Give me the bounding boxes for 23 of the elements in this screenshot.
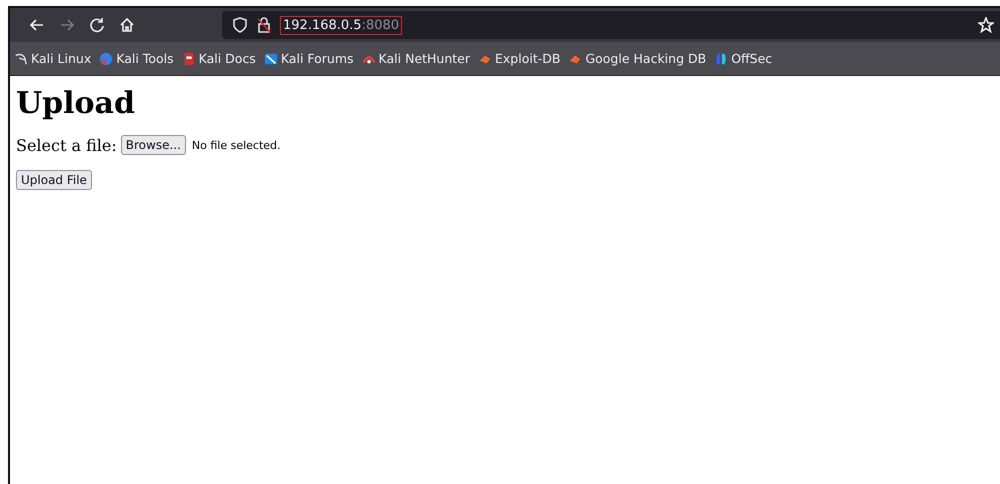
url-host: 192.168.0.5 [283,18,362,32]
bookmark-item[interactable]: Kali Forums [264,51,354,66]
bookmark-item[interactable]: Kali Docs [182,51,256,66]
shield-icon [232,17,248,33]
bookmark-item[interactable]: Kali Tools [99,51,174,66]
upload-file-button[interactable]: Upload File [16,170,92,190]
bookmark-item[interactable]: Google Hacking DB [568,51,706,66]
bookmark-item[interactable]: OffSec [714,51,772,66]
browse-button[interactable]: Browse... [120,135,186,155]
bookmark-item[interactable]: Exploit-DB [478,51,560,66]
forward-arrow-icon [59,17,75,33]
url-port: :8080 [362,18,400,32]
bookmark-star-icon[interactable] [978,17,994,33]
back-arrow-icon [29,17,45,33]
page-heading: Upload [16,86,136,121]
file-label: Select a file: [16,136,117,154]
reload-icon [89,17,105,33]
lock-icon [256,17,272,33]
bookmark-item[interactable]: Kali Linux [14,51,92,66]
bookmark-item[interactable]: Kali NetHunter [362,51,470,66]
address-bar[interactable]: 192.168.0.5:8080 [222,11,1000,39]
file-status: No file selected. [192,138,281,152]
home-icon [119,17,135,33]
